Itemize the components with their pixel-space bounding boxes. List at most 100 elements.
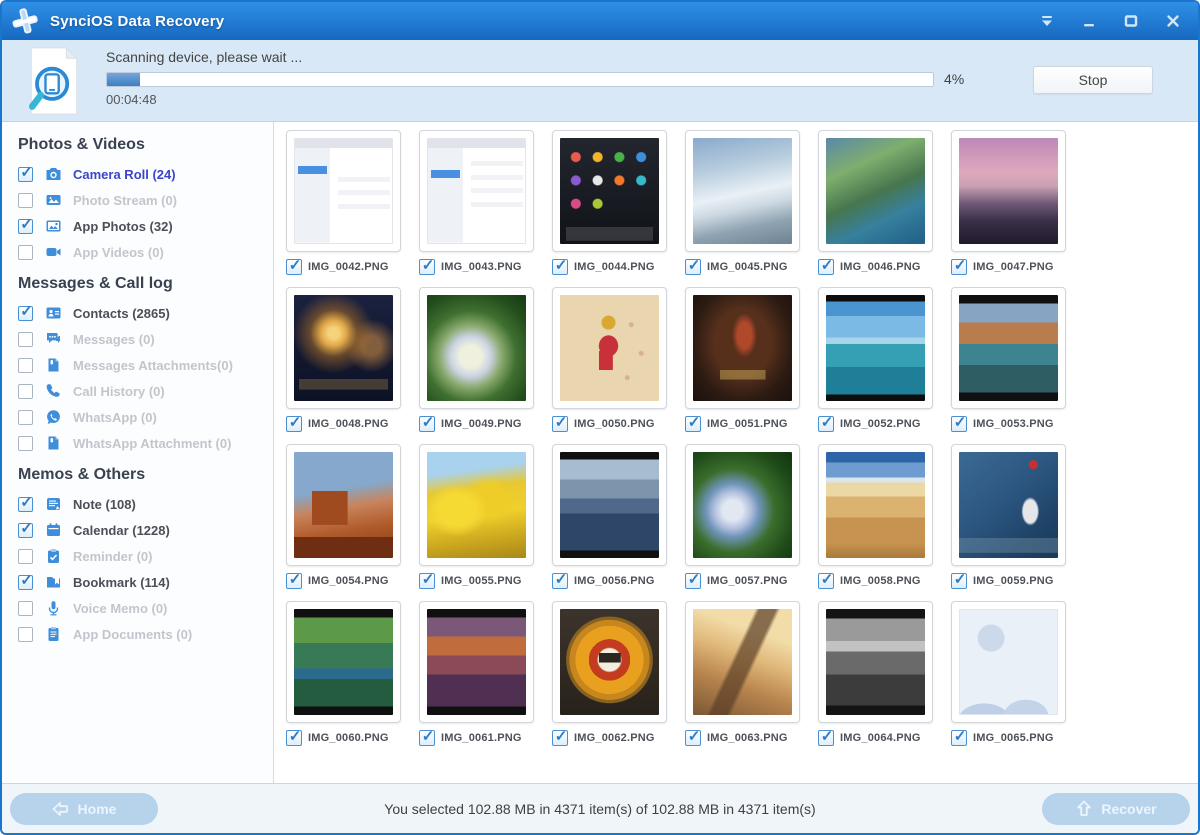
checkbox[interactable] bbox=[18, 575, 33, 590]
photo-checkbox[interactable] bbox=[818, 573, 834, 589]
close-button[interactable] bbox=[1164, 12, 1182, 30]
photo-checkbox[interactable] bbox=[818, 416, 834, 432]
menu-icon[interactable] bbox=[1038, 12, 1056, 30]
photo-checkbox[interactable] bbox=[286, 259, 302, 275]
sidebar-item-messages-attachments[interactable]: Messages Attachments(0) bbox=[18, 352, 273, 378]
sidebar-item-contacts[interactable]: Contacts (2865) bbox=[18, 300, 273, 326]
sidebar-item-photo-stream[interactable]: Photo Stream (0) bbox=[18, 187, 273, 213]
photo-checkbox[interactable] bbox=[951, 259, 967, 275]
photo-caption: IMG_0063.PNG bbox=[685, 730, 800, 746]
photo-checkbox[interactable] bbox=[685, 259, 701, 275]
photo-thumbnail[interactable] bbox=[419, 130, 534, 252]
checkbox[interactable] bbox=[18, 332, 33, 347]
photo-cell: IMG_0046.PNG bbox=[818, 130, 933, 275]
photo-filename: IMG_0053.PNG bbox=[973, 418, 1054, 430]
photo-filename: IMG_0062.PNG bbox=[574, 732, 655, 744]
photo-checkbox[interactable] bbox=[951, 730, 967, 746]
photo-thumbnail[interactable] bbox=[685, 601, 800, 723]
photo-checkbox[interactable] bbox=[818, 259, 834, 275]
photo-checkbox[interactable] bbox=[552, 416, 568, 432]
checkbox[interactable] bbox=[18, 436, 33, 451]
checkbox[interactable] bbox=[18, 523, 33, 538]
sidebar-item-app-documents[interactable]: App Documents (0) bbox=[18, 621, 273, 647]
camera-icon bbox=[45, 166, 64, 182]
photo-cell: IMG_0042.PNG bbox=[286, 130, 401, 275]
photo-checkbox[interactable] bbox=[552, 259, 568, 275]
photo-cell: IMG_0055.PNG bbox=[419, 444, 534, 589]
photo-checkbox[interactable] bbox=[818, 730, 834, 746]
sidebar-item-camera-roll[interactable]: Camera Roll (24) bbox=[18, 161, 273, 187]
photo-thumbnail[interactable] bbox=[685, 130, 800, 252]
photo-thumbnail[interactable] bbox=[552, 287, 667, 409]
checkbox[interactable] bbox=[18, 627, 33, 642]
photo-checkbox[interactable] bbox=[286, 573, 302, 589]
photo-checkbox[interactable] bbox=[419, 730, 435, 746]
sidebar-item-calendar[interactable]: Calendar (1228) bbox=[18, 517, 273, 543]
photo-checkbox[interactable] bbox=[685, 573, 701, 589]
photo-thumbnail[interactable] bbox=[286, 601, 401, 723]
sidebar-item-whatsapp[interactable]: WhatsApp (0) bbox=[18, 404, 273, 430]
sidebar-item-voice-memo[interactable]: Voice Memo (0) bbox=[18, 595, 273, 621]
checkbox[interactable] bbox=[18, 410, 33, 425]
note-icon bbox=[45, 496, 64, 512]
sidebar-item-call-history[interactable]: Call History (0) bbox=[18, 378, 273, 404]
photo-thumbnail[interactable] bbox=[419, 601, 534, 723]
photo-thumbnail[interactable] bbox=[951, 130, 1066, 252]
photo-thumbnail[interactable] bbox=[818, 601, 933, 723]
scan-panel: Scanning device, please wait ... 4% 00:0… bbox=[2, 40, 1198, 122]
photo-checkbox[interactable] bbox=[419, 259, 435, 275]
photo-thumbnail[interactable] bbox=[286, 130, 401, 252]
checkbox[interactable] bbox=[18, 497, 33, 512]
photo-thumbnail[interactable] bbox=[286, 287, 401, 409]
photo-thumbnail[interactable] bbox=[951, 287, 1066, 409]
photo-thumbnail[interactable] bbox=[419, 444, 534, 566]
photo-filename: IMG_0065.PNG bbox=[973, 732, 1054, 744]
photo-thumbnail[interactable] bbox=[419, 287, 534, 409]
sidebar-item-bookmark[interactable]: Bookmark (114) bbox=[18, 569, 273, 595]
photo-checkbox[interactable] bbox=[552, 573, 568, 589]
minimize-button[interactable] bbox=[1080, 12, 1098, 30]
photo-thumbnail[interactable] bbox=[552, 130, 667, 252]
checkbox[interactable] bbox=[18, 358, 33, 373]
checkbox[interactable] bbox=[18, 384, 33, 399]
checkbox[interactable] bbox=[18, 601, 33, 616]
photo-checkbox[interactable] bbox=[419, 416, 435, 432]
sidebar-item-messages[interactable]: Messages (0) bbox=[18, 326, 273, 352]
checkbox[interactable] bbox=[18, 306, 33, 321]
photo-thumbnail[interactable] bbox=[685, 444, 800, 566]
sidebar-item-note[interactable]: Note (108) bbox=[18, 491, 273, 517]
checkbox[interactable] bbox=[18, 167, 33, 182]
photo-filename: IMG_0054.PNG bbox=[308, 575, 389, 587]
photo-thumbnail[interactable] bbox=[552, 444, 667, 566]
sidebar-item-app-photos[interactable]: App Photos (32) bbox=[18, 213, 273, 239]
maximize-button[interactable] bbox=[1122, 12, 1140, 30]
checkbox[interactable] bbox=[18, 549, 33, 564]
photo-thumbnail[interactable] bbox=[951, 444, 1066, 566]
photo-thumbnail[interactable] bbox=[286, 444, 401, 566]
photo-checkbox[interactable] bbox=[685, 416, 701, 432]
photo-filename: IMG_0057.PNG bbox=[707, 575, 788, 587]
photo-thumbnail[interactable] bbox=[552, 601, 667, 723]
photo-checkbox[interactable] bbox=[685, 730, 701, 746]
sidebar-item-reminder[interactable]: Reminder (0) bbox=[18, 543, 273, 569]
photo-checkbox[interactable] bbox=[951, 416, 967, 432]
photo-filename: IMG_0055.PNG bbox=[441, 575, 522, 587]
photo-checkbox[interactable] bbox=[951, 573, 967, 589]
photo-checkbox[interactable] bbox=[419, 573, 435, 589]
home-button[interactable]: Home bbox=[10, 793, 158, 825]
photo-thumbnail[interactable] bbox=[685, 287, 800, 409]
photo-thumbnail[interactable] bbox=[818, 287, 933, 409]
recover-button[interactable]: Recover bbox=[1042, 793, 1190, 825]
photo-thumbnail[interactable] bbox=[818, 444, 933, 566]
sidebar-item-app-videos[interactable]: App Videos (0) bbox=[18, 239, 273, 265]
checkbox[interactable] bbox=[18, 245, 33, 260]
photo-checkbox[interactable] bbox=[286, 730, 302, 746]
sidebar-item-whatsapp-attachment[interactable]: WhatsApp Attachment (0) bbox=[18, 430, 273, 456]
checkbox[interactable] bbox=[18, 193, 33, 208]
stop-button[interactable]: Stop bbox=[1033, 66, 1153, 94]
photo-checkbox[interactable] bbox=[552, 730, 568, 746]
checkbox[interactable] bbox=[18, 219, 33, 234]
photo-thumbnail[interactable] bbox=[818, 130, 933, 252]
photo-thumbnail[interactable] bbox=[951, 601, 1066, 723]
photo-checkbox[interactable] bbox=[286, 416, 302, 432]
